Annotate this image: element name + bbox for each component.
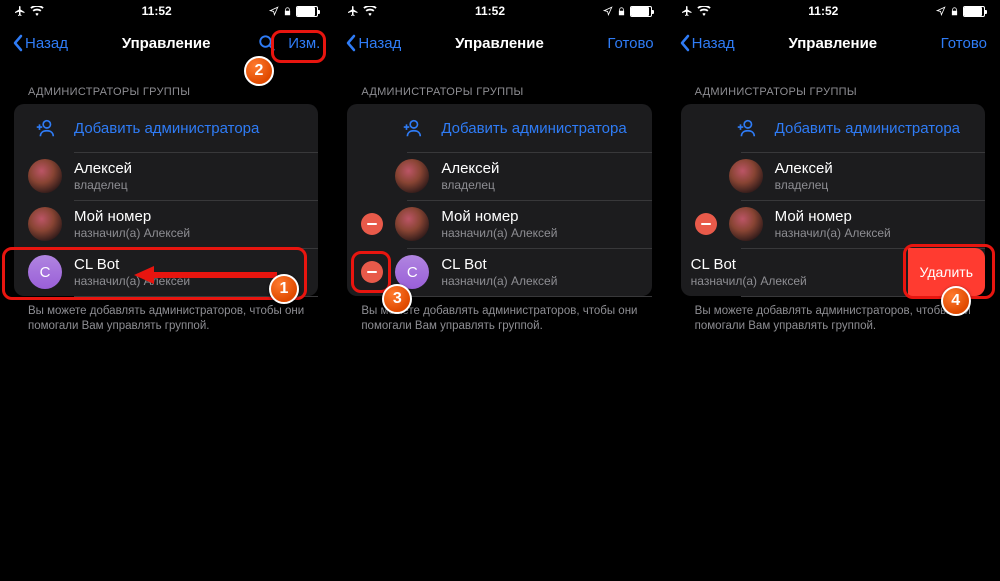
status-time: 11:52	[808, 4, 838, 18]
airplane-mode-icon	[14, 5, 26, 17]
admin-list: Добавить администратора Алексей владелец…	[681, 104, 985, 296]
done-button[interactable]: Готово	[941, 35, 987, 52]
lock-icon	[617, 6, 626, 17]
remove-minus-button[interactable]	[695, 213, 717, 235]
add-admin-button[interactable]: Добавить администратора	[14, 104, 318, 152]
battery-icon	[963, 6, 985, 17]
nav-bar: Назад Управление Изм.	[0, 22, 332, 64]
admin-name: CL Bot	[441, 256, 637, 274]
add-admin-label: Добавить администратора	[775, 120, 960, 137]
admin-sub: назначил(а) Алексей	[775, 226, 971, 241]
screen-1: 11:52 Назад Управление Изм. АДМИНИСТРАТО…	[0, 0, 333, 581]
back-button[interactable]: Назад	[345, 34, 401, 52]
section-header: АДМИНИСТРАТОРЫ ГРУППЫ	[333, 64, 665, 104]
back-button[interactable]: Назад	[12, 34, 68, 52]
wifi-icon	[30, 6, 44, 16]
battery-icon	[630, 6, 652, 17]
back-button[interactable]: Назад	[679, 34, 735, 52]
status-bar: 11:52	[333, 0, 665, 22]
screen-2: 11:52 Назад Управление Готово АДМИНИСТРА…	[333, 0, 666, 581]
remove-minus-button[interactable]	[361, 213, 383, 235]
status-bar: 11:52	[0, 0, 332, 22]
nav-bar: Назад Управление Готово	[333, 22, 665, 64]
location-icon	[603, 6, 613, 16]
add-admin-label: Добавить администратора	[74, 120, 259, 137]
nav-bar: Назад Управление Готово	[667, 22, 999, 64]
airplane-mode-icon	[347, 5, 359, 17]
delete-label: Удалить	[920, 264, 973, 280]
add-admin-label: Добавить администратора	[441, 120, 626, 137]
back-label: Назад	[692, 35, 735, 52]
section-header: АДМИНИСТРАТОРЫ ГРУППЫ	[667, 64, 999, 104]
avatar	[729, 159, 763, 193]
chevron-left-icon	[345, 34, 356, 52]
admin-list: Добавить администратора Алексей владелец…	[14, 104, 318, 296]
page-title: Управление	[455, 35, 544, 52]
annotation-arrow	[129, 264, 279, 286]
add-person-icon	[34, 117, 56, 139]
admin-row-editable[interactable]: Мой номер назначил(а) Алексей	[681, 200, 985, 248]
page-title: Управление	[122, 35, 211, 52]
lock-icon	[283, 6, 292, 17]
admin-row[interactable]: Алексей владелец	[14, 152, 318, 200]
annotation-badge-2: 2	[244, 56, 274, 86]
add-admin-button[interactable]: Добавить администратора	[347, 104, 651, 152]
avatar	[28, 159, 62, 193]
admin-sub: назначил(а) Алексей	[441, 274, 637, 289]
admin-sub: назначил(а) Алексей	[691, 274, 896, 289]
annotation-badge-1: 1	[269, 274, 299, 304]
admin-sub: владелец	[441, 178, 637, 193]
chevron-left-icon	[679, 34, 690, 52]
admin-row[interactable]: Мой номер назначил(а) Алексей	[14, 200, 318, 248]
location-icon	[269, 6, 279, 16]
admin-sub: назначил(а) Алексей	[74, 226, 304, 241]
add-person-icon	[735, 117, 757, 139]
lock-icon	[950, 6, 959, 17]
battery-icon	[296, 6, 318, 17]
admin-row-delete-revealed[interactable]: CL Bot назначил(а) Алексей Удалить	[681, 248, 985, 296]
avatar	[395, 159, 429, 193]
status-time: 11:52	[142, 4, 172, 18]
admin-sub: владелец	[775, 178, 971, 193]
back-label: Назад	[25, 35, 68, 52]
admin-sub: владелец	[74, 178, 304, 193]
avatar: C	[28, 255, 62, 289]
status-time: 11:52	[475, 4, 505, 18]
section-header: АДМИНИСТРАТОРЫ ГРУППЫ	[0, 64, 332, 104]
add-person-icon	[401, 117, 423, 139]
airplane-mode-icon	[681, 5, 693, 17]
add-admin-button[interactable]: Добавить администратора	[681, 104, 985, 152]
edit-button[interactable]: Изм.	[288, 35, 320, 52]
admin-list: Добавить администратора Алексей владелец…	[347, 104, 651, 296]
wifi-icon	[363, 6, 377, 16]
admin-sub: назначил(а) Алексей	[441, 226, 637, 241]
wifi-icon	[697, 6, 711, 16]
admin-name: CL Bot	[691, 256, 896, 274]
search-icon[interactable]	[258, 34, 276, 52]
back-label: Назад	[358, 35, 401, 52]
admin-name: Мой номер	[775, 208, 971, 226]
admin-name: Алексей	[74, 160, 304, 178]
admin-row[interactable]: Алексей владелец	[347, 152, 651, 200]
avatar	[729, 207, 763, 241]
screen-3: 11:52 Назад Управление Готово АДМИНИСТРА…	[667, 0, 1000, 581]
admin-name: Мой номер	[441, 208, 637, 226]
admin-row-editable[interactable]: Мой номер назначил(а) Алексей	[347, 200, 651, 248]
done-button[interactable]: Готово	[607, 35, 653, 52]
chevron-left-icon	[12, 34, 23, 52]
admin-name: Алексей	[775, 160, 971, 178]
status-bar: 11:52	[667, 0, 999, 22]
annotation-badge-4: 4	[941, 286, 971, 316]
admin-name: Алексей	[441, 160, 637, 178]
avatar	[28, 207, 62, 241]
admin-row[interactable]: Алексей владелец	[681, 152, 985, 200]
location-icon	[936, 6, 946, 16]
page-title: Управление	[788, 35, 877, 52]
admin-name: Мой номер	[74, 208, 304, 226]
remove-minus-button-clbot[interactable]	[361, 261, 383, 283]
avatar	[395, 207, 429, 241]
